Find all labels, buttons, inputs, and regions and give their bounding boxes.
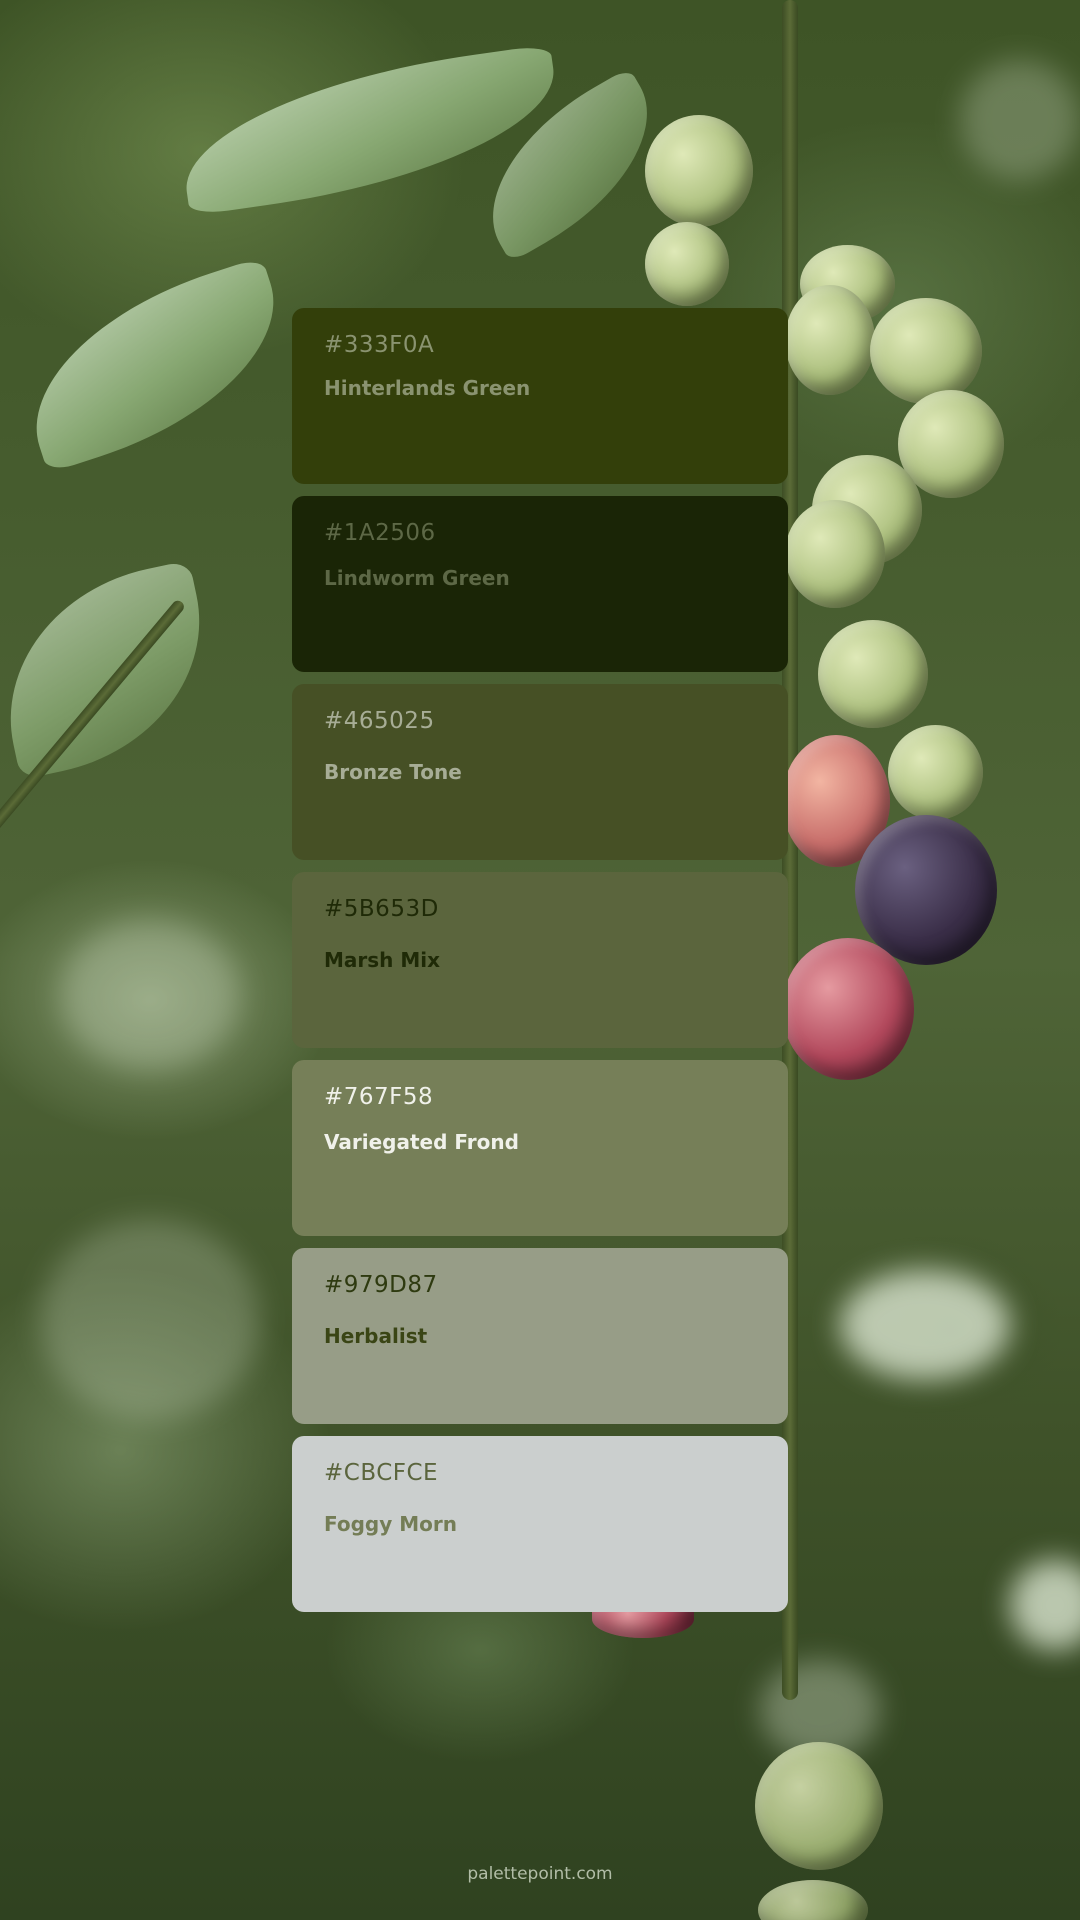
berry [645, 222, 729, 306]
berry [818, 620, 928, 728]
swatch-color-name: Herbalist [324, 1324, 428, 1348]
swatch-color-name: Hinterlands Green [324, 376, 531, 400]
leaf [4, 256, 306, 474]
swatch-card[interactable]: #1A2506 Lindworm Green [292, 496, 788, 672]
leaf [0, 560, 227, 780]
swatch-color-name: Lindworm Green [324, 566, 510, 590]
swatch-hex-code: #1A2506 [324, 520, 436, 546]
swatch-color-name: Foggy Morn [324, 1512, 457, 1536]
berry [645, 115, 753, 227]
berry [785, 500, 885, 608]
swatch-color-name: Marsh Mix [324, 948, 441, 972]
bokeh-highlight [60, 920, 240, 1070]
swatch-hex-code: #5B653D [324, 896, 439, 922]
swatch-hex-code: #979D87 [324, 1272, 438, 1298]
berry [755, 1742, 883, 1870]
bokeh-highlight [960, 60, 1080, 180]
berry [782, 938, 914, 1080]
bokeh-highlight [40, 1220, 260, 1420]
bokeh-highlight [840, 1270, 1010, 1380]
berry [785, 285, 875, 395]
color-palette: #333F0A Hinterlands Green #1A2506 Lindwo… [292, 308, 788, 1624]
swatch-card[interactable]: #5B653D Marsh Mix [292, 872, 788, 1048]
swatch-color-name: Bronze Tone [324, 760, 462, 784]
swatch-hex-code: #333F0A [324, 332, 435, 358]
berry [758, 1880, 868, 1920]
bokeh-highlight [1010, 1560, 1080, 1650]
swatch-card[interactable]: #767F58 Variegated Frond [292, 1060, 788, 1236]
site-watermark[interactable]: palettepoint.com [0, 1864, 1080, 1884]
swatch-hex-code: #465025 [324, 708, 435, 734]
swatch-card[interactable]: #333F0A Hinterlands Green [292, 308, 788, 484]
swatch-card[interactable]: #CBCFCE Foggy Morn [292, 1436, 788, 1612]
swatch-card[interactable]: #465025 Bronze Tone [292, 684, 788, 860]
swatch-hex-code: #CBCFCE [324, 1460, 439, 1486]
swatch-color-name: Variegated Frond [324, 1130, 519, 1154]
swatch-card[interactable]: #979D87 Herbalist [292, 1248, 788, 1424]
berry [888, 725, 983, 820]
berry [855, 815, 997, 965]
swatch-hex-code: #767F58 [324, 1084, 434, 1110]
berry [870, 298, 982, 404]
